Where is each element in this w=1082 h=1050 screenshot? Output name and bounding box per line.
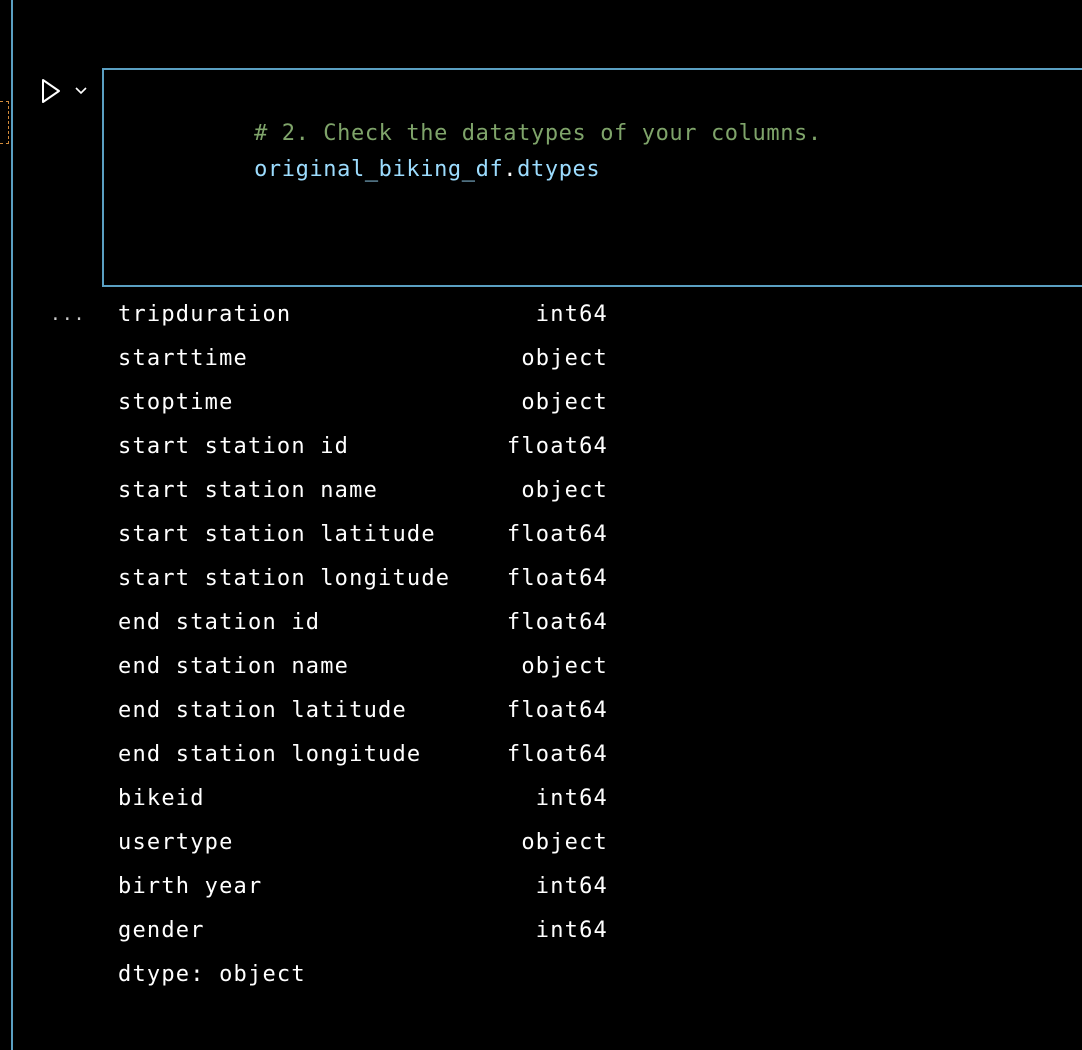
column-dtype: object <box>521 346 608 371</box>
column-dtype: float64 <box>506 566 608 591</box>
column-dtype: float64 <box>506 742 608 767</box>
cell-run-controls <box>40 78 88 104</box>
column-dtype: object <box>521 478 608 503</box>
column-name: end station name <box>118 654 350 679</box>
dtype-row: bikeid int64 <box>118 786 618 830</box>
column-name: stoptime <box>118 390 234 415</box>
column-name: end station latitude <box>118 698 407 723</box>
code-variable: original_biking_df <box>254 157 504 182</box>
column-name: gender <box>118 918 205 943</box>
column-dtype: object <box>521 654 608 679</box>
column-dtype: object <box>521 830 608 855</box>
column-name: tripduration <box>118 302 292 327</box>
column-dtype: float64 <box>506 610 608 635</box>
column-dtype: float64 <box>506 522 608 547</box>
code-cell-editor[interactable]: # 2. Check the datatypes of your columns… <box>102 68 1082 287</box>
code-attribute: dtypes <box>517 157 601 182</box>
code-line-expression: original_biking_df.dtypes <box>171 132 600 207</box>
column-dtype: int64 <box>535 918 608 943</box>
dtype-row: start station name object <box>118 478 618 522</box>
dtype-row: usertype object <box>118 830 618 874</box>
output-menu-ellipsis[interactable]: ... <box>50 304 86 325</box>
column-name: start station latitude <box>118 522 436 547</box>
cell-output: tripduration int64 starttime object stoptime… <box>118 302 618 1006</box>
cell-focus-bar <box>11 0 13 1050</box>
dtype-row: end station latitude float64 <box>118 698 618 742</box>
column-name: starttime <box>118 346 249 371</box>
column-name: start station id <box>118 434 350 459</box>
column-name: end station id <box>118 610 321 635</box>
dtype-row: end station name object <box>118 654 618 698</box>
column-name: end station longitude <box>118 742 422 767</box>
play-icon[interactable] <box>40 78 62 104</box>
dtype-row: stoptime object <box>118 390 618 434</box>
dtype-row: end station longitude float64 <box>118 742 618 786</box>
column-name: usertype <box>118 830 234 855</box>
output-footer: dtype: object <box>118 962 306 987</box>
dtype-row: start station latitude float64 <box>118 522 618 566</box>
dtype-row: gender int64 <box>118 918 618 962</box>
dtype-row: end station id float64 <box>118 610 618 654</box>
column-dtype: float64 <box>506 698 608 723</box>
dtype-row: starttime object <box>118 346 618 390</box>
modified-marker <box>0 101 9 144</box>
notebook-page: # 2. Check the datatypes of your columns… <box>0 0 1082 1050</box>
column-name: start station longitude <box>118 566 451 591</box>
dtype-row: birth year int64 <box>118 874 618 918</box>
column-dtype: int64 <box>535 874 608 899</box>
column-dtype: object <box>521 390 608 415</box>
dtype-row: tripduration int64 <box>118 302 618 346</box>
chevron-down-icon[interactable] <box>74 86 88 96</box>
code-dot: . <box>503 157 518 182</box>
column-dtype: int64 <box>535 786 608 811</box>
column-name: bikeid <box>118 786 205 811</box>
dtype-row: start station id float64 <box>118 434 618 478</box>
dtype-row: start station longitude float64 <box>118 566 618 610</box>
column-dtype: int64 <box>535 302 608 327</box>
column-name: birth year <box>118 874 263 899</box>
column-name: start station name <box>118 478 379 503</box>
column-dtype: float64 <box>506 434 608 459</box>
